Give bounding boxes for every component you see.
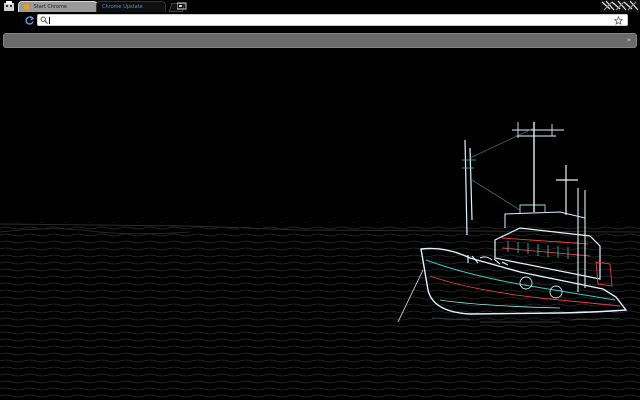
- profile-icon[interactable]: [177, 2, 187, 10]
- text-caret: [49, 17, 50, 24]
- tab-chrome-upstate[interactable]: Chrome Upstate: [96, 1, 166, 12]
- app-icon[interactable]: [3, 1, 16, 12]
- tab-start-chrome[interactable]: Start Chrome: [18, 1, 98, 12]
- bookmarks-chevron-icon[interactable]: »: [627, 35, 631, 45]
- address-bar[interactable]: [37, 14, 628, 26]
- tab-title: Start Chrome: [33, 4, 68, 10]
- background-boat-image: [0, 50, 640, 400]
- tab-strip: Start Chrome Chrome Upstate: [0, 0, 640, 12]
- toolbar: [0, 12, 640, 30]
- corner-badge-icon: [600, 0, 640, 12]
- reload-icon[interactable]: [24, 15, 35, 26]
- new-tab-page: [0, 50, 640, 400]
- search-icon: [40, 16, 48, 24]
- favicon-icon: [24, 4, 29, 9]
- bookmarks-bar: »: [3, 33, 637, 48]
- star-icon[interactable]: [614, 16, 623, 25]
- tab-title: Chrome Upstate: [102, 4, 143, 10]
